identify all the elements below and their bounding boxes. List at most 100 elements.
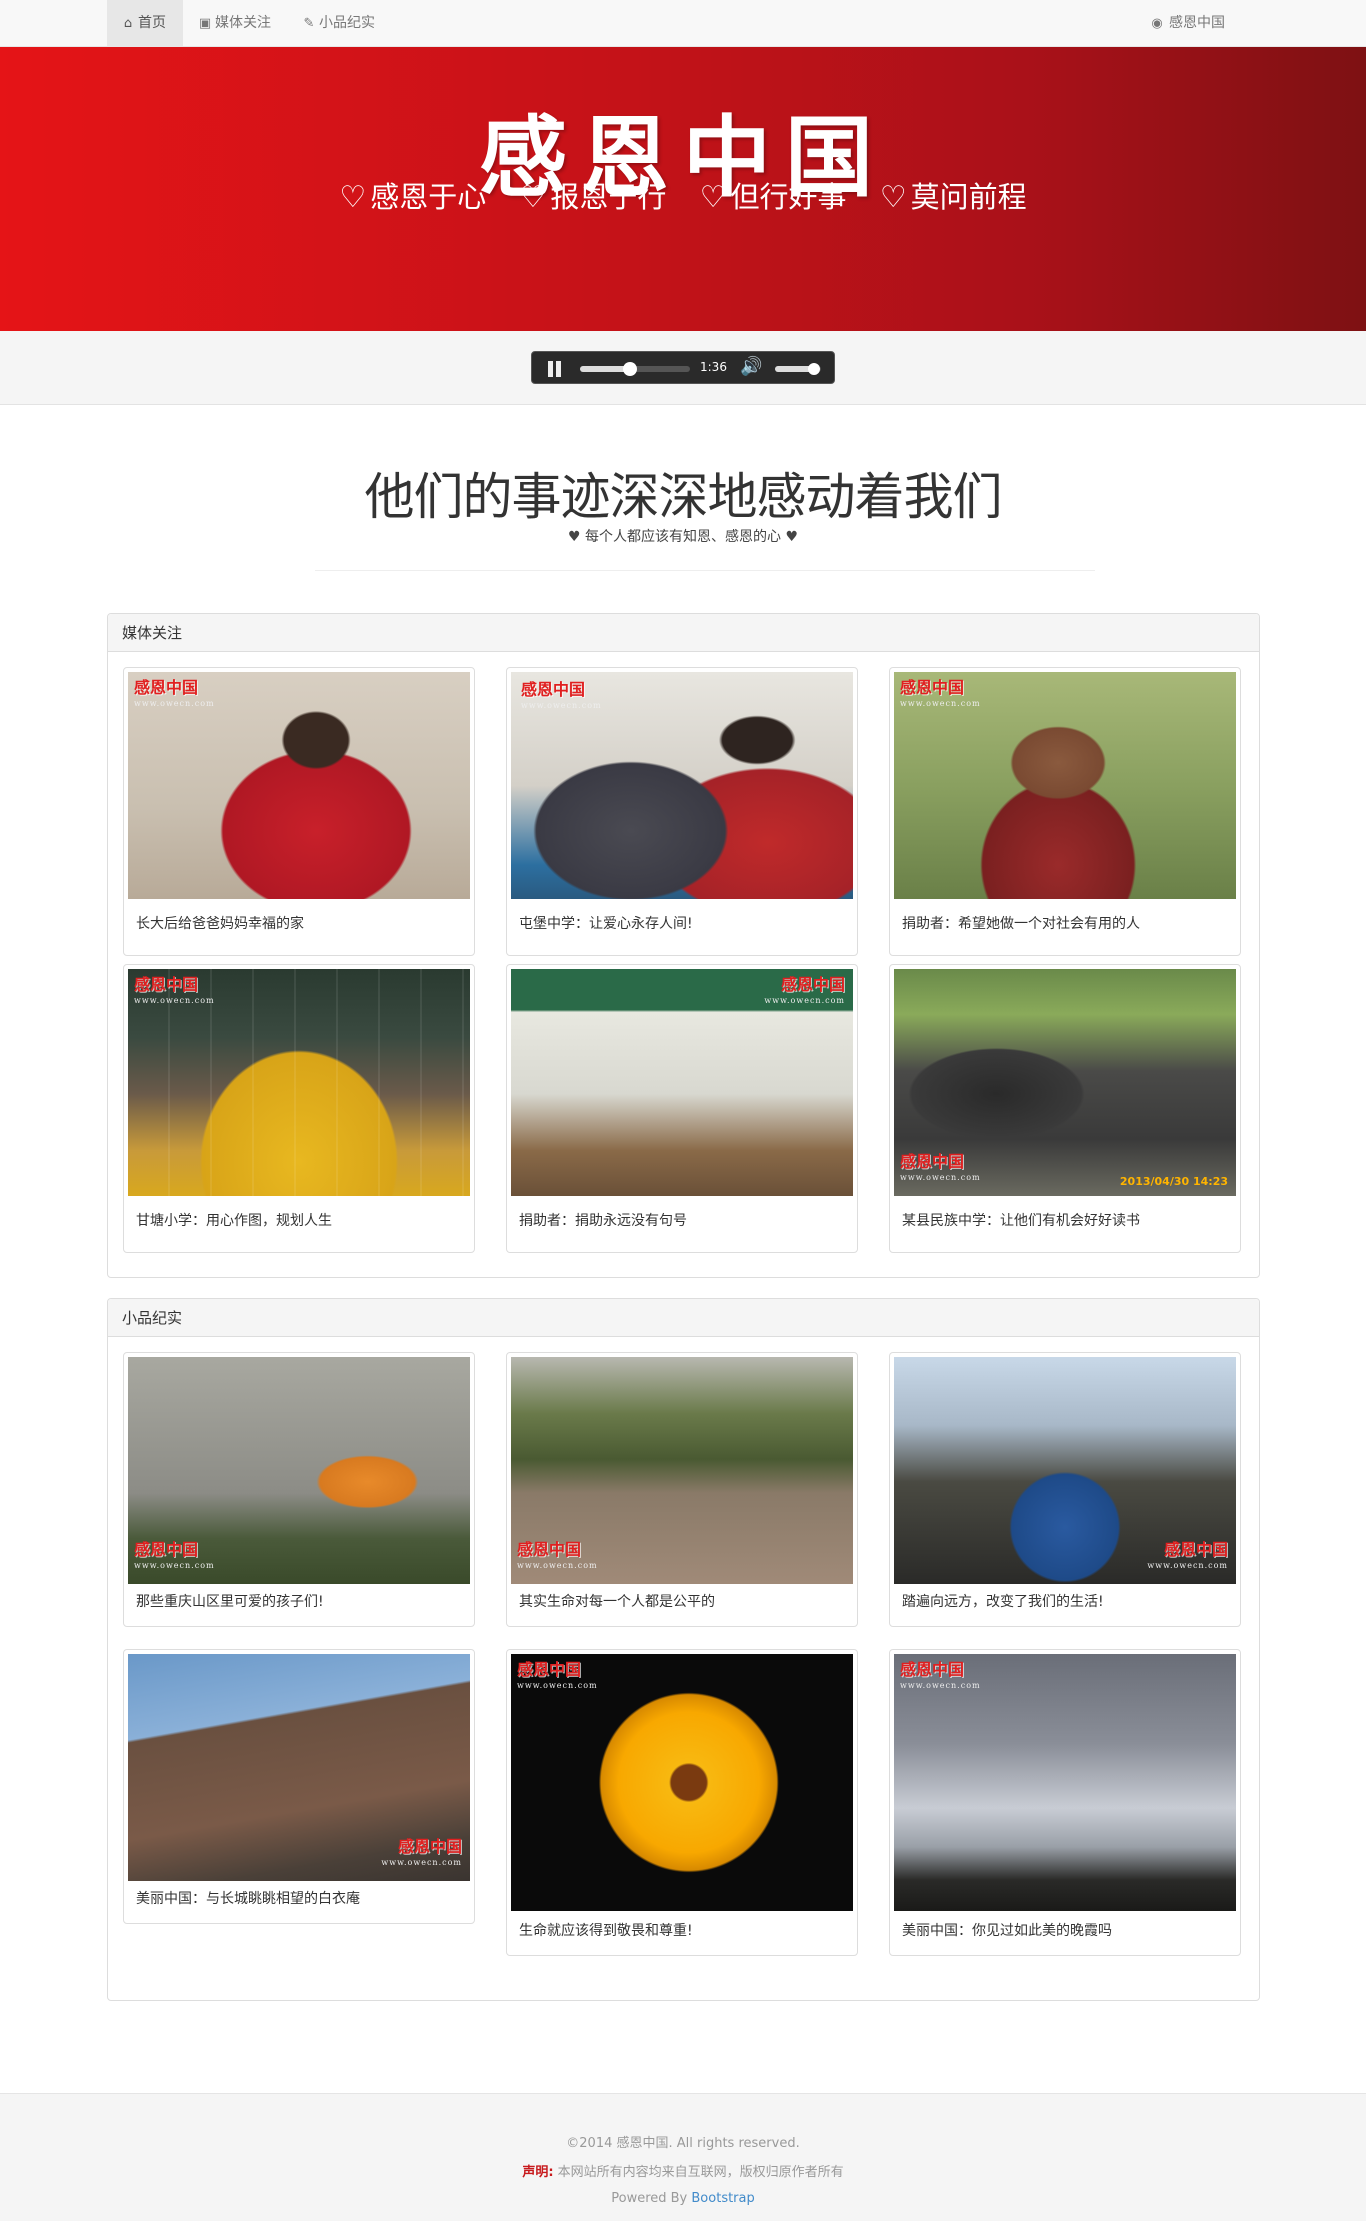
motto-item: ♡ 感恩于心 (339, 174, 486, 216)
motto-item: ♡ 莫问前程 (880, 174, 1027, 216)
card-caption: 捐助者：捐助永远没有句号 (519, 1213, 687, 1229)
media-card[interactable]: 感恩中国 www.owecn.com 屯堡中学：让爱心永存人间! (506, 667, 858, 956)
home-icon: ⌂ (123, 16, 133, 31)
watermark: 感恩中国 www.owecn.com (517, 1660, 598, 1691)
watermark: 感恩中国 www.owecn.com (134, 1540, 215, 1571)
card-caption: 那些重庆山区里可爱的孩子们! (136, 1594, 324, 1610)
watermark: 感恩中国 www.owecn.com (900, 1660, 981, 1691)
pause-button[interactable] (548, 361, 562, 377)
heart-outline-icon: ♡ (879, 180, 907, 215)
card-caption: 美丽中国：你见过如此美的晚霞吗 (902, 1923, 1112, 1939)
watermark: 感恩中国 www.owecn.com (900, 678, 981, 709)
watermark: 感恩中国 www.owecn.com (900, 1152, 981, 1183)
eye-icon: ◉ (1151, 16, 1163, 31)
footer-notice: 声明: 本网站所有内容均来自互联网，版权归原作者所有 (0, 2161, 1366, 2180)
nav-stories[interactable]: ✎ 小品纪实 (302, 0, 375, 47)
nav-stories-label: 小品纪实 (319, 15, 375, 31)
photo-yellow-flower: 感恩中国 www.owecn.com (511, 1654, 853, 1911)
seek-bar[interactable] (580, 362, 690, 376)
nav-brand-right[interactable]: ◉ 感恩中国 (1148, 0, 1225, 47)
story-panel: 小品纪实 感恩中国 www.owecn.com 那些重庆山区里可爱的孩子们! 感恩… (107, 1298, 1260, 2001)
story-card[interactable]: 感恩中国 www.owecn.com 美丽中国：你见过如此美的晚霞吗 (889, 1649, 1241, 1956)
story-card[interactable]: 感恩中国 www.owecn.com 那些重庆山区里可爱的孩子们! (123, 1352, 475, 1627)
media-card[interactable]: 感恩中国 www.owecn.com 捐助者：希望她做一个对社会有用的人 (889, 667, 1241, 956)
watermark: 感恩中国 www.owecn.com (517, 1540, 598, 1571)
watermark: 感恩中国 www.owecn.com (764, 975, 845, 1006)
photo-child-with-hoe: 感恩中国 www.owecn.com (128, 1357, 470, 1584)
photo-mountain-temple: 感恩中国 www.owecn.com (128, 1654, 470, 1881)
panel-title: 小品纪实 (108, 1299, 1259, 1337)
edit-icon: ✎ (303, 16, 315, 31)
media-card[interactable]: 感恩中国 www.owecn.com 捐助者：捐助永远没有句号 (506, 964, 858, 1253)
footer-powered-prefix: Powered By (611, 2191, 692, 2206)
photo-crowd-donation: 感恩中国 www.owecn.com 2013/04/30 14:23 (894, 969, 1236, 1196)
card-caption: 甘塘小学：用心作图，规划人生 (136, 1213, 332, 1229)
volume-slider[interactable] (775, 363, 821, 375)
nav-media-label: 媒体关注 (215, 15, 271, 31)
photo-girl-portrait: 感恩中国 www.owecn.com (894, 672, 1236, 899)
photo-donation-classroom: 感恩中国 www.owecn.com (511, 969, 853, 1196)
photo-classroom-students: 感恩中国 www.owecn.com (128, 969, 470, 1196)
media-card[interactable]: 感恩中国 www.owecn.com 2013/04/30 14:23 某县民族中… (889, 964, 1241, 1253)
story-card[interactable]: 感恩中国 www.owecn.com 生命就应该得到敬畏和尊重! (506, 1649, 858, 1956)
watermark: 感恩中国 www.owecn.com (521, 680, 602, 711)
audio-player: 1:36 🔊 (531, 351, 835, 384)
media-card[interactable]: 感恩中国 www.owecn.com 长大后给爸爸妈妈幸福的家 (123, 667, 475, 956)
motto-text: 莫问前程 (910, 180, 1027, 214)
watermark: 感恩中国 www.owecn.com (134, 678, 215, 709)
camera-icon: ▣ (198, 16, 212, 31)
nav-home[interactable]: ⌂ 首页 (107, 0, 183, 47)
page-title: 他们的事迹深深地感动着我们 (364, 468, 1003, 526)
nav-media[interactable]: ▣ 媒体关注 (198, 0, 271, 47)
bootstrap-link[interactable]: Bootstrap (691, 2191, 754, 2206)
motto-item: ♡ 但行好事 (700, 174, 847, 216)
footer-notice-label: 声明: (522, 2165, 554, 2180)
photo-villagers-gathering: 感恩中国 www.owecn.com (894, 1357, 1236, 1584)
card-caption: 捐助者：希望她做一个对社会有用的人 (902, 916, 1140, 932)
footer-powered: Powered By Bootstrap (0, 2191, 1366, 2206)
seek-handle[interactable] (622, 362, 637, 376)
watermark: 感恩中国 www.owecn.com (1147, 1540, 1228, 1571)
motto-item: ♡ 报恩于行 (519, 174, 666, 216)
media-card[interactable]: 感恩中国 www.owecn.com 甘塘小学：用心作图，规划人生 (123, 964, 475, 1253)
volume-handle[interactable] (808, 363, 821, 375)
card-caption: 某县民族中学：让他们有机会好好读书 (902, 1213, 1140, 1229)
page-footer: ©2014 感恩中国. All rights reserved. 声明: 本网站… (0, 2093, 1366, 2221)
heart-icon: ♥ (567, 529, 581, 545)
heart-outline-icon: ♡ (519, 180, 547, 215)
photo-boy-with-ribbon: 感恩中国 www.owecn.com (128, 672, 470, 899)
motto-text: 感恩于心 (370, 180, 487, 214)
footer-copyright: ©2014 感恩中国. All rights reserved. (566, 2136, 800, 2151)
motto-text: 报恩于行 (550, 180, 667, 214)
photo-woman-with-clothes: 感恩中国 www.owecn.com (511, 672, 853, 899)
page-subtitle: ♥ 每个人都应该有知恩、感恩的心 ♥ (0, 526, 1366, 546)
card-caption: 其实生命对每一个人都是公平的 (519, 1594, 715, 1610)
photo-evening-sky: 感恩中国 www.owecn.com (894, 1654, 1236, 1911)
story-card[interactable]: 感恩中国 www.owecn.com 美丽中国：与长城眺眺相望的白衣庵 (123, 1649, 475, 1924)
motto-text: 但行好事 (730, 180, 847, 214)
heart-outline-icon: ♡ (339, 180, 367, 215)
story-card[interactable]: 感恩中国 www.owecn.com 踏遍向远方，改变了我们的生活! (889, 1352, 1241, 1627)
volume-icon[interactable]: 🔊 (740, 356, 762, 377)
card-caption: 生命就应该得到敬畏和尊重! (519, 1923, 693, 1939)
player-band: 1:36 🔊 (0, 331, 1366, 405)
banner-mottos: ♡ 感恩于心 ♡ 报恩于行 ♡ 但行好事 ♡ 莫问前程 (0, 174, 1366, 216)
footer-notice-text: 本网站所有内容均来自互联网，版权归原作者所有 (557, 2165, 844, 2180)
heading-divider (315, 570, 1095, 571)
heart-outline-icon: ♡ (699, 180, 727, 215)
hero-banner: 感恩中国 ♡ 感恩于心 ♡ 报恩于行 ♡ 但行好事 ♡ 莫问前程 (0, 47, 1366, 331)
card-caption: 踏遍向远方，改变了我们的生活! (902, 1594, 1104, 1610)
watermark: 感恩中国 www.owecn.com (381, 1837, 462, 1868)
card-caption: 屯堡中学：让爱心永存人间! (519, 916, 693, 932)
heart-icon: ♥ (785, 529, 799, 545)
top-navbar: ⌂ 首页 ▣ 媒体关注 ✎ 小品纪实 ◉ 感恩中国 (0, 0, 1366, 47)
photo-school-yard: 感恩中国 www.owecn.com (511, 1357, 853, 1584)
nav-brand-label: 感恩中国 (1169, 15, 1225, 31)
nav-home-label: 首页 (138, 15, 166, 31)
card-caption: 美丽中国：与长城眺眺相望的白衣庵 (136, 1891, 360, 1907)
photo-timestamp: 2013/04/30 14:23 (1119, 1175, 1228, 1188)
media-panel: 媒体关注 感恩中国 www.owecn.com 长大后给爸爸妈妈幸福的家 感恩中国… (107, 613, 1260, 1278)
page-subtitle-text: 每个人都应该有知恩、感恩的心 (585, 529, 781, 545)
card-caption: 长大后给爸爸妈妈幸福的家 (136, 916, 304, 932)
story-card[interactable]: 感恩中国 www.owecn.com 其实生命对每一个人都是公平的 (506, 1352, 858, 1627)
